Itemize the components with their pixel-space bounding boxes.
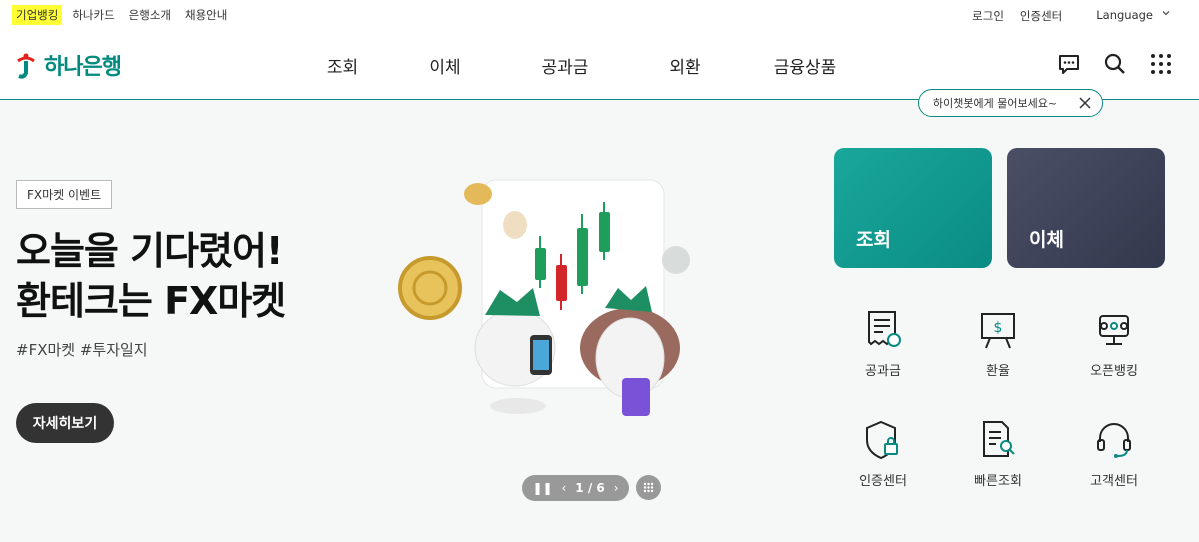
quick-cert-center[interactable]: 인증센터: [833, 418, 933, 489]
hana-card-link[interactable]: 하나카드: [68, 5, 118, 25]
language-label: Language: [1096, 8, 1153, 22]
quick-cert-center-label: 인증센터: [859, 474, 907, 489]
hero-hashtags: #FX마켓 #투자일지: [16, 341, 148, 359]
svg-text:$: $: [994, 320, 1003, 336]
main-nav: 조회 이체 공과금 외환 금융상품: [300, 53, 865, 78]
quick-utility-bill[interactable]: 공과금: [833, 308, 933, 379]
quick-exchange-rate-label: 환율: [986, 364, 1010, 379]
fx-market-illustration: [398, 179, 690, 416]
event-tag: FX마켓 이벤트: [16, 180, 113, 209]
nav-foreign-exchange[interactable]: 외환: [625, 53, 745, 78]
tile-inquiry-label: 조회: [856, 229, 891, 251]
utility-bar: 기업뱅킹 하나카드 은행소개 채용안내 로그인 인증센터 Language: [0, 0, 1199, 32]
hero-title-line1: 오늘을 기다렸어!: [16, 229, 283, 273]
carousel-pager: ❚❚ ‹ 1 / 6 ›: [522, 475, 629, 501]
quick-customer-center-label: 고객센터: [1090, 474, 1138, 489]
quick-open-banking[interactable]: 오픈뱅킹: [1064, 308, 1164, 379]
all-menu-icon[interactable]: [1149, 52, 1173, 76]
bank-intro-link[interactable]: 은행소개: [125, 5, 175, 25]
corporate-banking-link[interactable]: 기업뱅킹: [12, 5, 63, 25]
open-banking-icon: [1099, 315, 1129, 345]
detail-button[interactable]: 자세히보기: [16, 403, 114, 443]
quick-exchange-rate[interactable]: $ 환율: [948, 308, 1048, 379]
search-icon[interactable]: [1103, 52, 1127, 76]
utility-links: 기업뱅킹 하나카드 은행소개 채용안내: [12, 5, 231, 25]
next-icon[interactable]: ›: [614, 481, 619, 495]
quick-fast-inquiry-label: 빠른조회: [974, 474, 1022, 489]
recruit-link[interactable]: 채용안내: [181, 5, 231, 25]
chatbot-tooltip: 하이챗봇에게 물어보세요~: [918, 89, 1103, 117]
nav-transfer[interactable]: 이체: [385, 53, 505, 78]
quick-utility-bill-label: 공과금: [865, 364, 901, 379]
headset-icon: [1097, 423, 1131, 458]
tile-transfer-label: 이체: [1029, 229, 1064, 251]
shield-lock-icon: [866, 420, 898, 460]
hero-title-line2: 환테크는 FX마켓: [16, 279, 286, 323]
hana-logo-icon: [17, 53, 35, 79]
exchange-board-icon: $: [981, 313, 1015, 349]
tile-inquiry[interactable]: 조회: [834, 148, 992, 268]
tile-transfer[interactable]: 이체: [1007, 148, 1165, 268]
logo-text: 하나은행: [44, 55, 122, 80]
hero-title: 오늘을 기다렸어! 환테크는 FX마켓: [16, 226, 286, 326]
prev-icon[interactable]: ‹: [562, 481, 567, 495]
pager-grid-icon[interactable]: [636, 475, 661, 500]
header-icons: [1057, 52, 1173, 76]
pager-count: 1 / 6: [575, 481, 605, 495]
pause-icon[interactable]: ❚❚: [532, 481, 552, 495]
utility-right: 로그인 인증센터 Language: [972, 8, 1171, 24]
chatbot-tooltip-text: 하이챗봇에게 물어보세요~: [933, 97, 1058, 110]
chatbot-icon[interactable]: [1057, 52, 1081, 76]
logo[interactable]: 하나은행: [14, 49, 122, 81]
nav-inquiry[interactable]: 조회: [300, 53, 385, 78]
nav-financial-products[interactable]: 금융상품: [745, 53, 865, 78]
document-search-icon: [983, 421, 1015, 457]
language-select[interactable]: Language: [1096, 8, 1171, 24]
quick-customer-center[interactable]: 고객센터: [1064, 418, 1164, 489]
receipt-icon: [868, 311, 901, 347]
nav-utility-bill[interactable]: 공과금: [505, 53, 625, 78]
chevron-down-icon: [1162, 11, 1170, 16]
cert-center-link[interactable]: 인증센터: [1020, 8, 1062, 24]
quick-fast-inquiry[interactable]: 빠른조회: [948, 418, 1048, 489]
close-icon[interactable]: [1078, 96, 1092, 110]
login-link[interactable]: 로그인: [972, 8, 1004, 24]
quick-open-banking-label: 오픈뱅킹: [1090, 364, 1138, 379]
